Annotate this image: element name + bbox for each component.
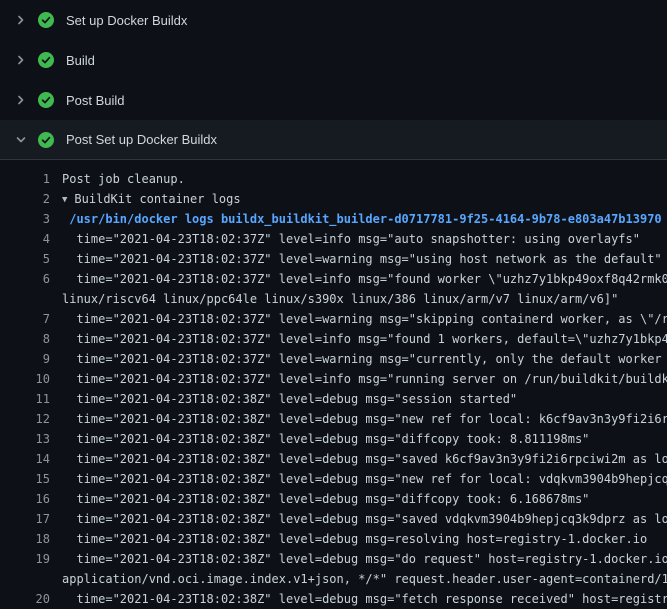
line-number[interactable]: 16 xyxy=(0,489,62,509)
log-area: 1Post job cleanup.2▼ BuildKit container l… xyxy=(0,160,667,609)
step-label: Post Set up Docker Buildx xyxy=(66,132,217,147)
log-text: time="2021-04-23T18:02:37Z" level=warnin… xyxy=(62,309,667,329)
log-line: 19 time="2021-04-23T18:02:38Z" level=deb… xyxy=(0,549,667,569)
log-line: 17 time="2021-04-23T18:02:38Z" level=deb… xyxy=(0,509,667,529)
log-line: 8 time="2021-04-23T18:02:37Z" level=info… xyxy=(0,329,667,349)
line-number[interactable]: 7 xyxy=(0,309,62,329)
log-line: 6 time="2021-04-23T18:02:37Z" level=info… xyxy=(0,269,667,289)
log-line: application/vnd.oci.image.index.v1+json,… xyxy=(0,569,667,589)
line-number[interactable]: 6 xyxy=(0,269,62,289)
log-text: time="2021-04-23T18:02:38Z" level=debug … xyxy=(62,389,667,409)
log-text: time="2021-04-23T18:02:38Z" level=debug … xyxy=(62,549,667,569)
log-line: 14 time="2021-04-23T18:02:38Z" level=deb… xyxy=(0,449,667,469)
step-header-post-set-up-docker-buildx[interactable]: Post Set up Docker Buildx xyxy=(0,120,667,160)
command-text: /usr/bin/docker logs buildx_buildkit_bui… xyxy=(62,209,667,229)
line-number[interactable]: 2 xyxy=(0,189,62,209)
log-text: time="2021-04-23T18:02:38Z" level=debug … xyxy=(62,489,667,509)
group-title[interactable]: BuildKit container logs xyxy=(74,192,240,206)
log-text: application/vnd.oci.image.index.v1+json,… xyxy=(62,569,667,589)
line-number[interactable]: 15 xyxy=(0,469,62,489)
log-text: time="2021-04-23T18:02:37Z" level=info m… xyxy=(62,329,667,349)
log-text: time="2021-04-23T18:02:37Z" level=info m… xyxy=(62,369,667,389)
check-circle-icon xyxy=(38,132,54,148)
log-line: linux/riscv64 linux/ppc64le linux/s390x … xyxy=(0,289,667,309)
log-line: 3 /usr/bin/docker logs buildx_buildkit_b… xyxy=(0,209,667,229)
line-number xyxy=(0,289,62,309)
line-number[interactable]: 19 xyxy=(0,549,62,569)
line-number[interactable]: 17 xyxy=(0,509,62,529)
log-line: 20 time="2021-04-23T18:02:38Z" level=deb… xyxy=(0,589,667,609)
step-list: Set up Docker Buildx Build Post Build Post … xyxy=(0,0,667,160)
check-circle-icon xyxy=(38,52,54,68)
log-text: time="2021-04-23T18:02:38Z" level=debug … xyxy=(62,529,667,549)
chevron-down-icon[interactable] xyxy=(14,134,28,146)
line-number[interactable]: 12 xyxy=(0,409,62,429)
line-number[interactable]: 3 xyxy=(0,209,62,229)
line-number[interactable]: 20 xyxy=(0,589,62,609)
log-text: time="2021-04-23T18:02:38Z" level=debug … xyxy=(62,409,667,429)
log-text: ▼ BuildKit container logs xyxy=(62,189,667,209)
log-line: 16 time="2021-04-23T18:02:38Z" level=deb… xyxy=(0,489,667,509)
log-text: time="2021-04-23T18:02:38Z" level=debug … xyxy=(62,589,667,609)
workflow-log-viewer: Set up Docker Buildx Build Post Build Post … xyxy=(0,0,667,609)
log-line: 7 time="2021-04-23T18:02:37Z" level=warn… xyxy=(0,309,667,329)
log-text: time="2021-04-23T18:02:38Z" level=debug … xyxy=(62,429,667,449)
line-number[interactable]: 14 xyxy=(0,449,62,469)
log-text: time="2021-04-23T18:02:38Z" level=debug … xyxy=(62,469,667,489)
group-collapse-icon[interactable]: ▼ xyxy=(62,190,67,209)
log-line: 10 time="2021-04-23T18:02:37Z" level=inf… xyxy=(0,369,667,389)
log-line: 11 time="2021-04-23T18:02:38Z" level=deb… xyxy=(0,389,667,409)
log-line: 13 time="2021-04-23T18:02:38Z" level=deb… xyxy=(0,429,667,449)
log-text: time="2021-04-23T18:02:38Z" level=debug … xyxy=(62,449,667,469)
log-text: time="2021-04-23T18:02:37Z" level=info m… xyxy=(62,229,667,249)
log-text: time="2021-04-23T18:02:37Z" level=warnin… xyxy=(62,349,667,369)
line-number[interactable]: 4 xyxy=(0,229,62,249)
chevron-right-icon[interactable] xyxy=(14,14,28,26)
step-header-post-build[interactable]: Post Build xyxy=(0,80,667,120)
log-line: 9 time="2021-04-23T18:02:37Z" level=warn… xyxy=(0,349,667,369)
log-text: Post job cleanup. xyxy=(62,169,667,189)
line-number[interactable]: 10 xyxy=(0,369,62,389)
log-text: time="2021-04-23T18:02:37Z" level=info m… xyxy=(62,269,667,289)
line-number[interactable]: 8 xyxy=(0,329,62,349)
step-label: Post Build xyxy=(66,93,125,108)
line-number[interactable]: 1 xyxy=(0,169,62,189)
chevron-right-icon[interactable] xyxy=(14,94,28,106)
step-label: Build xyxy=(66,53,95,68)
line-number[interactable]: 11 xyxy=(0,389,62,409)
step-header-set-up-docker-buildx[interactable]: Set up Docker Buildx xyxy=(0,0,667,40)
step-label: Set up Docker Buildx xyxy=(66,13,187,28)
log-text: linux/riscv64 linux/ppc64le linux/s390x … xyxy=(62,289,667,309)
line-number[interactable]: 18 xyxy=(0,529,62,549)
log-line: 2▼ BuildKit container logs xyxy=(0,189,667,209)
step-header-build[interactable]: Build xyxy=(0,40,667,80)
check-circle-icon xyxy=(38,12,54,28)
log-line: 5 time="2021-04-23T18:02:37Z" level=warn… xyxy=(0,249,667,269)
check-circle-icon xyxy=(38,92,54,108)
log-text: time="2021-04-23T18:02:38Z" level=debug … xyxy=(62,509,667,529)
log-text: time="2021-04-23T18:02:37Z" level=warnin… xyxy=(62,249,667,269)
log-line: 12 time="2021-04-23T18:02:38Z" level=deb… xyxy=(0,409,667,429)
line-number xyxy=(0,569,62,589)
chevron-right-icon[interactable] xyxy=(14,54,28,66)
log-line: 4 time="2021-04-23T18:02:37Z" level=info… xyxy=(0,229,667,249)
line-number[interactable]: 9 xyxy=(0,349,62,369)
log-line: 15 time="2021-04-23T18:02:38Z" level=deb… xyxy=(0,469,667,489)
log-line: 1Post job cleanup. xyxy=(0,169,667,189)
line-number[interactable]: 13 xyxy=(0,429,62,449)
line-number[interactable]: 5 xyxy=(0,249,62,269)
log-line: 18 time="2021-04-23T18:02:38Z" level=deb… xyxy=(0,529,667,549)
